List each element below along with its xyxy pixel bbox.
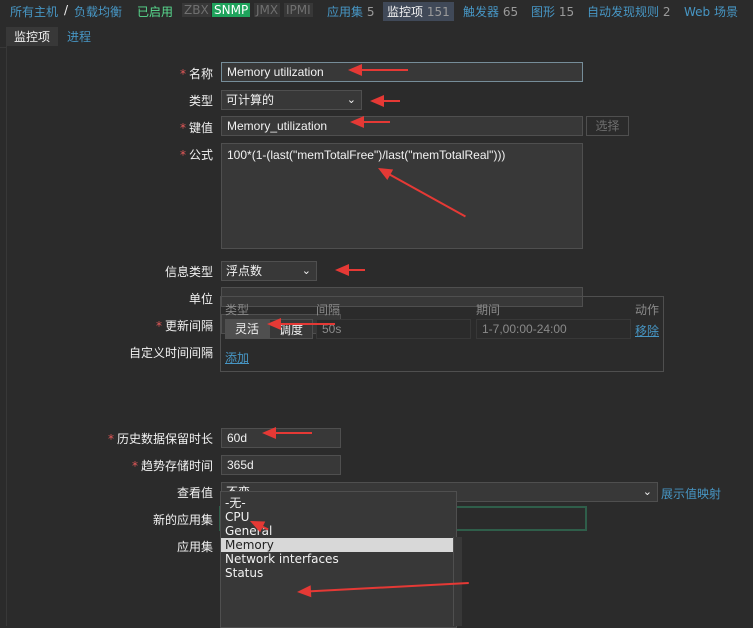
applications-count: 5	[366, 5, 375, 19]
info-type-select[interactable]: 浮点数 ⌄	[221, 261, 317, 281]
history-input[interactable]: 60d	[221, 428, 341, 448]
discovery-count: 2	[662, 5, 671, 19]
triggers-count: 65	[502, 5, 519, 19]
type-label: 类型	[188, 94, 213, 108]
type-select[interactable]: 可计算的 ⌄	[221, 90, 362, 110]
col-type-header: 类型	[225, 303, 250, 317]
flexible-toggle[interactable]: 灵活	[225, 319, 269, 339]
discovery-label: 自动发现规则	[587, 5, 660, 19]
graphs-count: 15	[558, 5, 575, 19]
discovery-link[interactable]: 自动发现规则 2	[587, 3, 670, 20]
custom-intervals-label: 自定义时间间隔	[128, 346, 213, 360]
applications-link[interactable]: 应用集 5	[327, 3, 374, 20]
name-label: * 名称	[179, 67, 213, 81]
trends-input[interactable]: 365d	[221, 455, 341, 475]
tab-items[interactable]: 监控项	[6, 27, 59, 47]
tab-bar: 监控项 进程	[0, 25, 753, 48]
col-period-header: 期间	[476, 303, 501, 317]
formula-textarea[interactable]: 100*(1-(last("memTotalFree")/last("memTo…	[221, 143, 583, 249]
graphs-link[interactable]: 图形 15	[531, 3, 574, 20]
chevron-down-icon: ⌄	[642, 485, 652, 498]
add-interval-link[interactable]: 添加	[225, 349, 249, 366]
custom-interval-input[interactable]: 50s	[316, 319, 471, 339]
custom-period-input[interactable]: 1-7,00:00-24:00	[476, 319, 631, 339]
web-scenarios-link[interactable]: Web 场景	[684, 3, 738, 20]
breadcrumb-separator: /	[64, 3, 69, 17]
interval-label: * 更新间隔	[155, 319, 213, 333]
ipmi-badge: IPMI	[284, 3, 313, 17]
items-link[interactable]: 监控项 151	[383, 2, 454, 21]
items-count: 151	[426, 5, 450, 19]
all-hosts-link[interactable]: 所有主机	[10, 3, 58, 20]
apps-label: 应用集	[176, 540, 213, 554]
key-label: * 键值	[179, 121, 213, 135]
tab-preprocessing[interactable]: 进程	[67, 27, 91, 47]
units-label: 单位	[188, 292, 213, 306]
formula-label: * 公式	[179, 148, 213, 162]
new-app-label: 新的应用集	[152, 513, 213, 527]
key-input[interactable]: Memory_utilization	[221, 116, 583, 136]
custom-intervals-table: 类型 间隔 期间 动作 灵活 调度 50s 1-7,00:00-24:00 移除…	[220, 296, 664, 372]
list-item[interactable]: Status	[221, 566, 456, 580]
items-label: 监控项	[387, 5, 424, 19]
list-item[interactable]: -无-	[221, 496, 456, 510]
history-label: * 历史数据保留时长	[107, 432, 213, 446]
select-key-button[interactable]: 选择	[586, 116, 629, 136]
remove-link[interactable]: 移除	[635, 322, 659, 339]
graphs-label: 图形	[531, 5, 556, 19]
host-status[interactable]: 已启用	[137, 3, 173, 20]
info-type-label: 信息类型	[164, 265, 213, 279]
snmp-badge: SNMP	[212, 3, 251, 17]
jmx-badge: JMX	[254, 3, 281, 17]
trends-label: * 趋势存储时间	[131, 459, 213, 473]
chevron-down-icon: ⌄	[301, 264, 311, 277]
list-item-selected[interactable]: Memory	[221, 538, 456, 552]
triggers-label: 触发器	[463, 5, 500, 19]
breadcrumb: 所有主机 / 负载均衡 已启用 ZBX SNMP JMX IPMI 应用集 5 …	[0, 0, 753, 22]
col-action-header: 动作	[635, 303, 660, 317]
value-mapping-link[interactable]: 展示值映射	[661, 485, 721, 502]
applications-label: 应用集	[327, 5, 364, 19]
triggers-link[interactable]: 触发器 65	[463, 3, 518, 20]
host-link[interactable]: 负载均衡	[74, 3, 122, 20]
list-item[interactable]: Network interfaces	[221, 552, 456, 566]
chevron-down-icon: ⌄	[346, 93, 356, 106]
apps-listbox[interactable]: -无- CPU General Memory Network interface…	[220, 491, 457, 628]
name-input[interactable]: Memory utilization	[221, 62, 583, 82]
show-value-label: 查看值	[176, 486, 213, 500]
col-interval-header: 间隔	[316, 303, 341, 317]
zbx-badge: ZBX	[182, 3, 211, 17]
